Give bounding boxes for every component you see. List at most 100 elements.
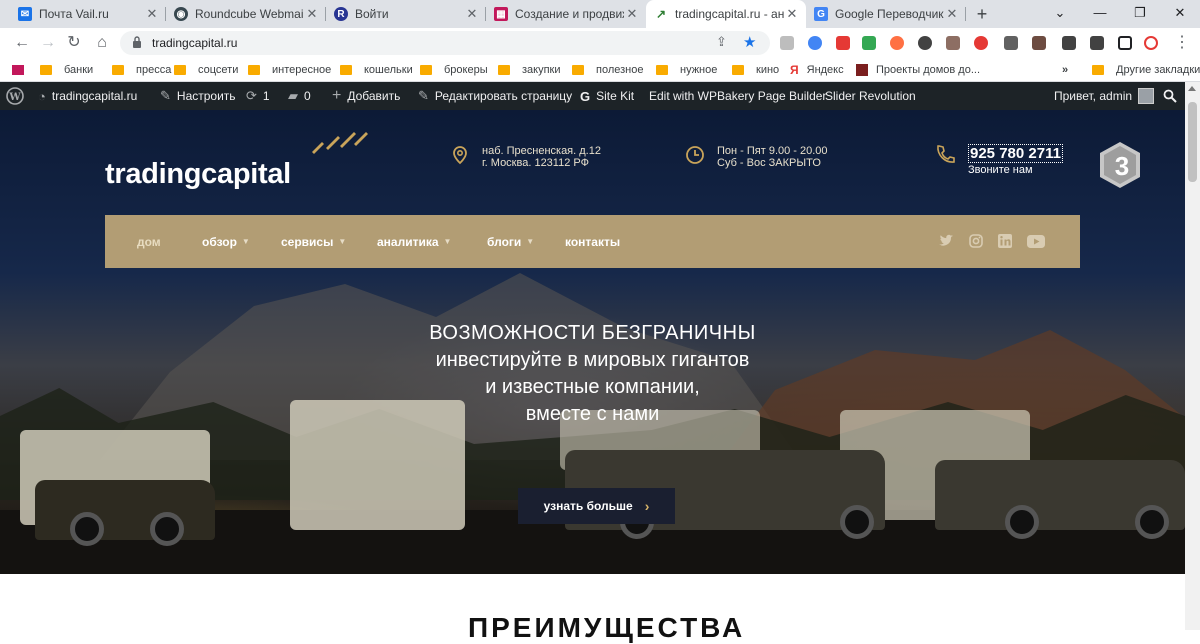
- new-tab-button[interactable]: +: [972, 4, 992, 24]
- youtube-icon[interactable]: [1026, 233, 1046, 249]
- browser-tab[interactable]: ▦ Создание и продвиж ✕: [486, 0, 646, 28]
- wp-edit-page-link[interactable]: ✎ Редактировать страницу: [418, 82, 572, 110]
- bookmark-folder[interactable]: кино: [732, 62, 779, 78]
- menu-item-analytics[interactable]: аналитика ▼: [377, 215, 451, 268]
- close-icon[interactable]: ✕: [944, 6, 960, 22]
- location-pin-icon: [453, 146, 467, 165]
- map-pin-icon[interactable]: [974, 36, 988, 50]
- bookmark-folder[interactable]: нужное: [656, 62, 717, 78]
- wp-search-icon[interactable]: [1163, 82, 1177, 110]
- bookmark-folder[interactable]: соцсети: [174, 62, 238, 78]
- comment-icon: ▰: [288, 88, 298, 103]
- wp-updates-link[interactable]: ⟳ 1: [246, 82, 270, 110]
- tab-title: Roundcube Webmail ::: [195, 7, 304, 21]
- menu-item-contacts[interactable]: контакты: [565, 215, 620, 268]
- linkedin-icon[interactable]: [997, 233, 1013, 249]
- close-icon[interactable]: ✕: [464, 6, 480, 22]
- close-icon[interactable]: ✕: [624, 6, 640, 22]
- page-scrollbar[interactable]: [1185, 82, 1200, 630]
- bookmark-folder[interactable]: кошельки: [340, 62, 413, 78]
- menu-item-services[interactable]: сервисы ▼: [281, 215, 346, 268]
- address-bar[interactable]: tradingcapital.ru ⇪ ★: [120, 31, 770, 55]
- browser-tab[interactable]: ◉ Roundcube Webmail :: ✕: [166, 0, 326, 28]
- twitter-icon[interactable]: [938, 233, 954, 249]
- extension-icon[interactable]: [780, 36, 794, 50]
- forward-button[interactable]: →: [38, 33, 58, 53]
- wp-comments-link[interactable]: ▰ 0: [288, 82, 311, 110]
- chevron-down-icon: ▼: [443, 237, 452, 246]
- hero-title: ВОЗМОЖНОСТИ БЕЗГРАНИЧНЫ: [429, 322, 756, 344]
- extension-icon[interactable]: [1062, 36, 1076, 50]
- browser-tab[interactable]: ✉ Почта Vail.ru ✕: [10, 0, 166, 28]
- wp-site-kit-link[interactable]: G Site Kit: [580, 82, 634, 110]
- bookmark-star-icon[interactable]: ★: [743, 33, 756, 51]
- wp-slider-revolution-link[interactable]: Slider Revolution: [825, 82, 916, 110]
- menu-item-blogs[interactable]: блоги ▼: [487, 215, 534, 268]
- bookmark-folder[interactable]: интересное: [248, 62, 331, 78]
- menu-icon[interactable]: ⋮: [1172, 33, 1192, 53]
- extension-icon[interactable]: [890, 36, 904, 50]
- puzzle-icon[interactable]: [1090, 36, 1104, 50]
- instagram-icon[interactable]: [968, 233, 984, 249]
- bookmark-folder[interactable]: брокеры: [420, 62, 488, 78]
- wp-site-link[interactable]: ◔ tradingcapital.ru: [38, 82, 137, 110]
- translate-extension-icon[interactable]: [808, 36, 822, 50]
- badge-3-icon[interactable]: 3: [1095, 140, 1145, 190]
- drive-icon[interactable]: [862, 36, 876, 50]
- extension-icon[interactable]: [1004, 36, 1018, 50]
- close-icon[interactable]: ✕: [144, 6, 160, 22]
- wp-add-new-link[interactable]: + Добавить: [332, 82, 400, 110]
- bookmark-folder[interactable]: пресса: [112, 62, 171, 78]
- menu-item-home[interactable]: дом: [137, 215, 161, 268]
- bookmark-folder[interactable]: закупки: [498, 62, 561, 78]
- reload-button[interactable]: ↻: [64, 33, 84, 53]
- browser-tab-active[interactable]: ↗ tradingcapital.ru - ана ✕: [646, 0, 806, 28]
- scroll-up-icon[interactable]: [1188, 86, 1196, 91]
- scrollbar-thumb[interactable]: [1188, 102, 1197, 182]
- learn-more-button[interactable]: узнать больше ›: [518, 488, 675, 524]
- profile-icon[interactable]: [1144, 36, 1158, 50]
- pin-icon[interactable]: [918, 36, 932, 50]
- wp-updates-count: 1: [262, 89, 270, 103]
- tab-search-icon[interactable]: ⌄: [1040, 0, 1080, 28]
- share-icon[interactable]: ⇪: [716, 34, 727, 50]
- wp-account-menu[interactable]: Привет, admin: [1054, 82, 1155, 110]
- hours-line: Суб - Вос ЗАКРЫТО: [717, 157, 821, 169]
- folder-icon: [248, 65, 260, 75]
- extension-icon[interactable]: [836, 36, 850, 50]
- wp-wpbakery-link[interactable]: Edit with WPBakery Page Builder: [649, 82, 826, 110]
- window-close-button[interactable]: ✕: [1160, 0, 1200, 28]
- other-bookmarks-folder[interactable]: Другие закладки: [1092, 62, 1200, 78]
- menu-item-overview[interactable]: обзор ▼: [202, 215, 250, 268]
- more-bookmarks-button[interactable]: »: [1062, 62, 1068, 78]
- extension-icon[interactable]: [946, 36, 960, 50]
- close-icon[interactable]: ✕: [304, 6, 320, 22]
- maximize-button[interactable]: ❐: [1120, 0, 1160, 28]
- minimize-button[interactable]: —: [1080, 0, 1120, 28]
- close-icon[interactable]: ✕: [784, 6, 800, 22]
- bookmark-label: соцсети: [198, 64, 239, 76]
- bookmark-folder[interactable]: банки: [40, 62, 93, 78]
- side-panel-icon[interactable]: [1118, 36, 1132, 50]
- chevron-right-icon: ›: [644, 498, 650, 514]
- bookmark-link[interactable]: Я Яндекс: [790, 62, 844, 78]
- phone-number[interactable]: 925 780 2711: [968, 144, 1063, 163]
- bookmark-label: полезное: [596, 64, 644, 76]
- browser-tab-bar: ✉ Почта Vail.ru ✕ ◉ Roundcube Webmail ::…: [0, 0, 1200, 28]
- bookmark-folder[interactable]: полезное: [572, 62, 643, 78]
- home-button[interactable]: ⌂: [92, 33, 112, 53]
- bookmark-link[interactable]: Проекты домов до...: [856, 62, 980, 78]
- svg-text:3: 3: [1115, 151, 1129, 181]
- site-logo[interactable]: tradingcapital: [105, 158, 291, 191]
- browser-tab[interactable]: R Войти ✕: [326, 0, 486, 28]
- apps-icon[interactable]: [12, 62, 24, 78]
- menu-label: сервисы: [281, 234, 334, 249]
- wp-customize-link[interactable]: ✎ Настроить: [160, 82, 236, 110]
- back-button[interactable]: ←: [12, 33, 32, 53]
- browser-tab[interactable]: G Google Переводчик ✕: [806, 0, 966, 28]
- extension-icon[interactable]: [1032, 36, 1046, 50]
- wordpress-logo-icon[interactable]: W: [6, 82, 24, 110]
- background-wheel: [1135, 505, 1169, 539]
- wp-slider-revolution-label: Slider Revolution: [825, 89, 916, 103]
- bookmark-label: банки: [64, 64, 94, 76]
